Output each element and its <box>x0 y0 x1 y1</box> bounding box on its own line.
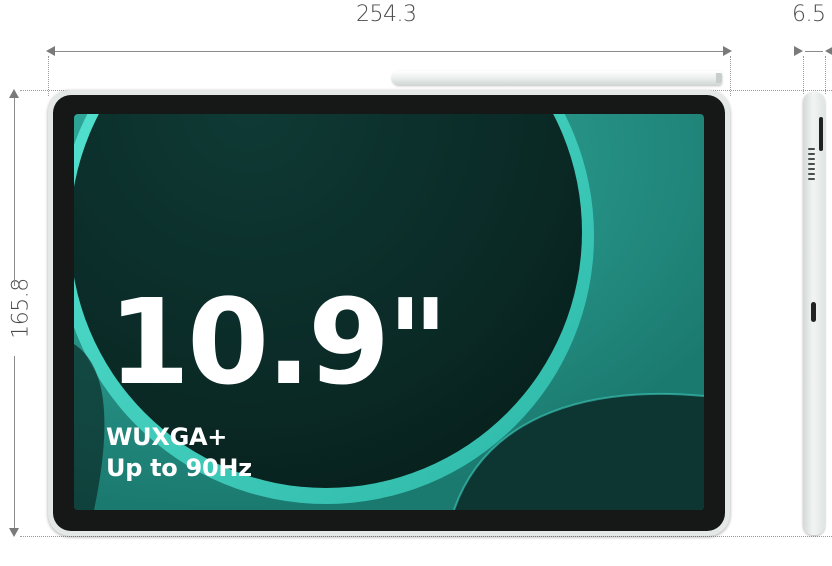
depth-guide-left <box>803 56 804 94</box>
speaker-grill-4 <box>808 163 815 165</box>
resolution-label: WUXGA+ <box>106 423 228 451</box>
speaker-grill-5 <box>808 168 815 170</box>
speaker-grill-3 <box>808 158 815 160</box>
speaker-grill-2 <box>808 153 815 155</box>
speaker-grill-6 <box>808 173 815 175</box>
depth-arrow-left <box>794 46 803 56</box>
width-arrow-left <box>46 46 55 56</box>
height-arrow-bottom <box>9 528 19 537</box>
usb-c-port <box>811 302 816 322</box>
depth-dimension-label: 6.5 <box>792 2 826 27</box>
height-dimension-line-top <box>14 96 15 286</box>
height-guide-bottom <box>20 536 832 537</box>
stylus-pen <box>392 71 722 85</box>
width-dimension-line <box>52 51 726 52</box>
height-arrow-top <box>9 89 19 98</box>
width-dimension-label: 254.3 <box>356 2 417 27</box>
speaker-grill-7 <box>808 178 815 180</box>
speaker-grill-1 <box>808 148 815 150</box>
depth-arrow-right <box>825 46 832 56</box>
height-dimension-line-bottom <box>14 356 15 530</box>
power-button <box>819 117 823 151</box>
height-dimension-label: 165.8 <box>8 278 34 339</box>
depth-guide-right <box>825 56 826 94</box>
depth-dimension-line <box>805 51 823 52</box>
refresh-rate-label: Up to 90Hz <box>106 454 252 482</box>
width-arrow-right <box>723 46 732 56</box>
screen-size-headline: 10.9" <box>108 273 449 411</box>
